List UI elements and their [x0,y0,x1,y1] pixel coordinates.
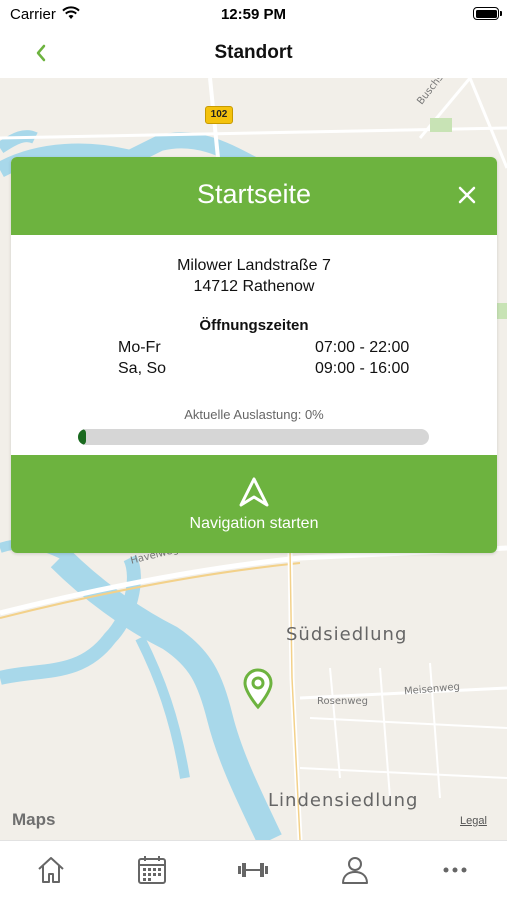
card-title: Startseite [196,179,312,209]
start-navigation-button[interactable]: Navigation starten [11,455,497,553]
opening-hours-title: Öffnungszeiten [199,317,309,334]
more-icon [443,867,467,873]
address-street: Milower Landstraße 7 [177,257,331,274]
tab-bar [0,840,507,900]
opening-hours-row: Mo-Fr 07:00 - 22:00 [11,339,497,360]
tab-home[interactable] [34,853,68,887]
tab-more[interactable] [438,853,472,887]
close-button[interactable] [455,183,479,207]
tab-profile[interactable] [338,853,372,887]
hours-day: Sa, So [118,360,167,377]
close-icon [458,186,476,204]
battery-icon [473,7,502,20]
navigation-arrow-icon [239,477,269,507]
status-bar: Carrier 12:59 PM [0,0,507,28]
navigation-bar: Standort [0,28,507,78]
hours-day: Mo-Fr [118,339,161,356]
maps-attribution-text: Maps [12,810,56,829]
opening-hours-row: Sa, So 09:00 - 16:00 [11,360,497,381]
load-progress-bar [78,429,429,445]
street-label-rosenweg: Rosenweg [317,696,368,707]
person-icon [342,857,368,884]
road-number-badge: 102 [205,106,233,124]
legal-link[interactable]: Legal [460,815,487,827]
dumbbell-icon [238,863,268,877]
address-city: 14712 Rathenow [193,278,315,295]
maps-attribution: Maps [12,810,55,830]
load-progress-fill [78,429,86,445]
district-label-suedsiedlung: Südsiedlung [286,624,408,645]
location-card: Startseite Milower Landstraße 7 14712 Ra… [11,157,497,553]
page-title: Standort [214,42,293,63]
district-label-lindensiedlung: Lindensiedlung [268,790,419,811]
card-header: Startseite [11,157,497,235]
location-pin-icon[interactable] [240,668,276,710]
start-navigation-label: Navigation starten [189,515,319,532]
address: Milower Landstraße 7 14712 Rathenow [11,255,497,297]
hours-time: 09:00 - 16:00 [315,360,410,377]
current-load-label: Aktuelle Auslastung: 0% [184,407,324,422]
calendar-icon [138,856,166,884]
tab-training[interactable] [236,853,270,887]
status-time: 12:59 PM [220,6,287,23]
home-icon [38,857,64,883]
tab-calendar[interactable] [135,853,169,887]
hours-time: 07:00 - 22:00 [315,339,410,356]
